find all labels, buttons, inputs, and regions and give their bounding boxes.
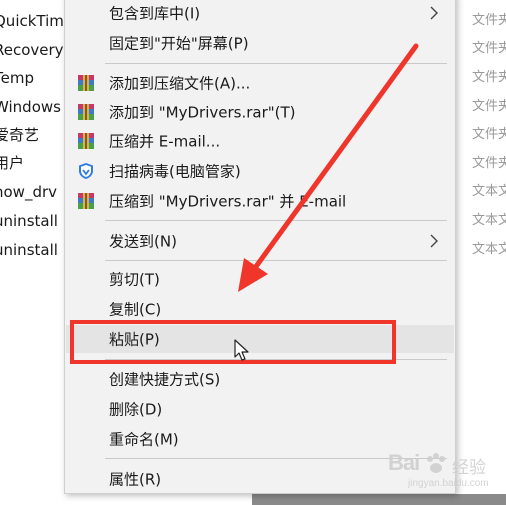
file-name[interactable]: 爱奇艺 xyxy=(0,125,39,145)
file-type: 文件夹 xyxy=(472,13,506,28)
file-type: 文件夹 xyxy=(472,70,506,85)
winrar-icon xyxy=(78,75,94,91)
file-type: 文本文 xyxy=(472,242,506,257)
file-type: 文件夹 xyxy=(472,99,506,114)
menu-item-paste[interactable]: 粘贴(P) xyxy=(66,325,454,353)
baidu-jingyan-watermark: Bai 经验 jingyan.baidu.com xyxy=(388,450,506,494)
watermark-text: 经验 xyxy=(452,458,486,478)
menu-item-pin-to-start[interactable]: 固定到"开始"屏幕(P) xyxy=(66,29,454,57)
menu-separator xyxy=(105,260,447,261)
menu-item-label: 包含到库中(I) xyxy=(109,4,201,23)
menu-item-compress-to-rar-and-email[interactable]: 压缩到 "MyDrivers.rar" 并 E-mail xyxy=(66,187,454,215)
file-name[interactable]: Temp xyxy=(0,68,34,88)
menu-item-delete[interactable]: 删除(D) xyxy=(66,395,454,423)
menu-item-compress-and-email[interactable]: 压缩并 E-mail... xyxy=(66,127,454,155)
winrar-icon xyxy=(78,133,94,149)
menu-item-copy[interactable]: 复制(C) xyxy=(66,295,454,323)
menu-separator xyxy=(105,220,447,221)
file-type: 文件夹 xyxy=(472,156,506,171)
file-name[interactable]: QuickTim xyxy=(0,11,64,31)
menu-item-label: 粘贴(P) xyxy=(109,330,160,349)
chevron-right-icon xyxy=(430,6,438,20)
menu-item-label: 扫描病毒(电脑管家) xyxy=(109,162,241,181)
paw-icon xyxy=(427,453,445,473)
file-name[interactable]: uninstall xyxy=(0,240,58,260)
menu-item-label: 剪切(T) xyxy=(109,270,160,289)
context-menu: 包含到库中(I) 固定到"开始"屏幕(P) 添加到压缩文件(A)... 添加到 … xyxy=(64,0,456,494)
file-name[interactable]: 用户 xyxy=(0,153,24,173)
taskbar-edge xyxy=(252,494,506,505)
menu-item-label: 发送到(N) xyxy=(109,232,177,251)
menu-item-create-shortcut[interactable]: 创建快捷方式(S) xyxy=(66,365,454,393)
file-type: 文件夹 xyxy=(472,41,506,56)
menu-item-label: 删除(D) xyxy=(109,400,163,419)
file-name[interactable]: how_drv xyxy=(0,182,57,202)
mouse-cursor-icon xyxy=(234,339,249,361)
menu-item-label: 压缩到 "MyDrivers.rar" 并 E-mail xyxy=(109,192,347,211)
watermark-url: jingyan.baidu.com xyxy=(408,478,489,489)
menu-item-label: 复制(C) xyxy=(109,300,162,319)
menu-item-label: 创建快捷方式(S) xyxy=(109,370,221,389)
menu-item-label: 添加到压缩文件(A)... xyxy=(109,74,251,93)
file-name[interactable]: uninstall xyxy=(0,211,58,231)
menu-item-rename[interactable]: 重命名(M) xyxy=(66,425,454,453)
menu-item-label: 添加到 "MyDrivers.rar"(T) xyxy=(109,103,296,122)
menu-separator xyxy=(105,359,447,360)
menu-item-add-to-mydrivers-rar[interactable]: 添加到 "MyDrivers.rar"(T) xyxy=(66,98,454,126)
shield-icon xyxy=(79,163,93,179)
file-name-column: QuickTim Recovery Temp Windows 爱奇艺 用户 ho… xyxy=(0,0,64,505)
menu-separator xyxy=(105,63,447,64)
menu-item-label: 属性(R) xyxy=(109,470,162,489)
menu-item-scan-virus[interactable]: 扫描病毒(电脑管家) xyxy=(66,157,454,185)
menu-item-send-to[interactable]: 发送到(N) xyxy=(66,227,454,255)
menu-item-label: 重命名(M) xyxy=(109,430,179,449)
file-type-column: 文件夹 文件夹 文件夹 文件夹 文件夹 文件夹 文本文 文本文 文本文 xyxy=(456,0,506,505)
watermark-logo: Bai xyxy=(388,450,420,475)
file-name[interactable]: Recovery xyxy=(0,40,64,60)
chevron-right-icon xyxy=(430,234,438,248)
file-type: 文件夹 xyxy=(472,127,506,142)
menu-item-label: 固定到"开始"屏幕(P) xyxy=(109,34,249,53)
menu-item-add-to-archive[interactable]: 添加到压缩文件(A)... xyxy=(66,69,454,97)
menu-item-cut[interactable]: 剪切(T) xyxy=(66,265,454,293)
winrar-icon xyxy=(78,193,94,209)
winrar-icon xyxy=(78,104,94,120)
menu-item-include-in-library[interactable]: 包含到库中(I) xyxy=(66,0,454,27)
file-type: 文本文 xyxy=(472,213,506,228)
menu-item-label: 压缩并 E-mail... xyxy=(109,132,221,151)
file-name[interactable]: Windows xyxy=(0,97,61,117)
file-type: 文本文 xyxy=(472,184,506,199)
